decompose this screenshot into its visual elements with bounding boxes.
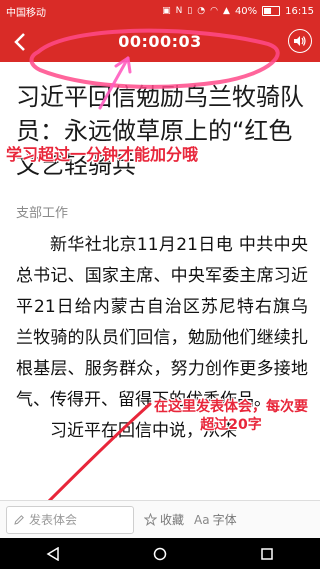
alarm-icon: ◔ <box>197 5 206 16</box>
comment-input[interactable]: 发表体会 <box>6 505 134 534</box>
favorite-label: 收藏 <box>160 513 185 527</box>
comment-placeholder: 发表体会 <box>29 513 78 527</box>
font-button[interactable]: Aa 字体 <box>194 511 237 528</box>
home-circle-icon[interactable] <box>153 547 167 561</box>
bottom-toolbar: 发表体会 收藏 Aa 字体 <box>0 500 320 538</box>
back-triangle-icon[interactable] <box>46 546 60 561</box>
reading-timer: 00:00:03 <box>118 32 202 51</box>
signal-icon: ▲ <box>223 5 230 16</box>
wifi-icon: ◠ <box>210 5 219 16</box>
article-category: 支部工作 <box>16 206 69 221</box>
battery-icon <box>262 6 281 16</box>
status-icons: ▣ N ▯ ◔ ◠ ▲ 40% 16:15 <box>162 6 314 17</box>
notification-icon: ▣ <box>162 5 171 16</box>
clock: 16:15 <box>285 5 314 17</box>
recents-square-icon[interactable] <box>260 547 274 561</box>
paragraph: 新华社北京11月21日电 中共中央总书记、国家主席、中央军委主席习近平21日给内… <box>16 235 308 410</box>
nfc-icon: N <box>175 5 183 16</box>
system-nav-bar <box>0 538 320 569</box>
annotation-note: 在这里发表体会，每次要超过20字 <box>154 399 308 433</box>
favorite-button[interactable]: 收藏 <box>144 511 184 528</box>
pencil-icon <box>14 514 24 525</box>
star-icon <box>144 513 157 526</box>
font-label: 字体 <box>212 513 237 527</box>
speaker-icon <box>294 36 306 46</box>
annotation-note: 学习超过一分钟才能加分哦 <box>6 145 199 164</box>
article-header: 00:00:03 <box>0 22 320 62</box>
vibrate-icon: ▯ <box>187 5 193 16</box>
font-size-icon: Aa <box>194 512 210 527</box>
audio-button[interactable] <box>288 29 312 53</box>
battery-fill <box>264 8 271 14</box>
status-bar: 中国移动 ▣ N ▯ ◔ ◠ ▲ 40% 16:15 <box>0 0 320 22</box>
battery-percent: 40% <box>234 5 258 17</box>
carrier-label: 中国移动 <box>6 7 46 19</box>
article-title: 习近平回信勉励乌兰牧骑队员：永远做草原上的“红色文艺轻骑兵” <box>16 83 304 179</box>
